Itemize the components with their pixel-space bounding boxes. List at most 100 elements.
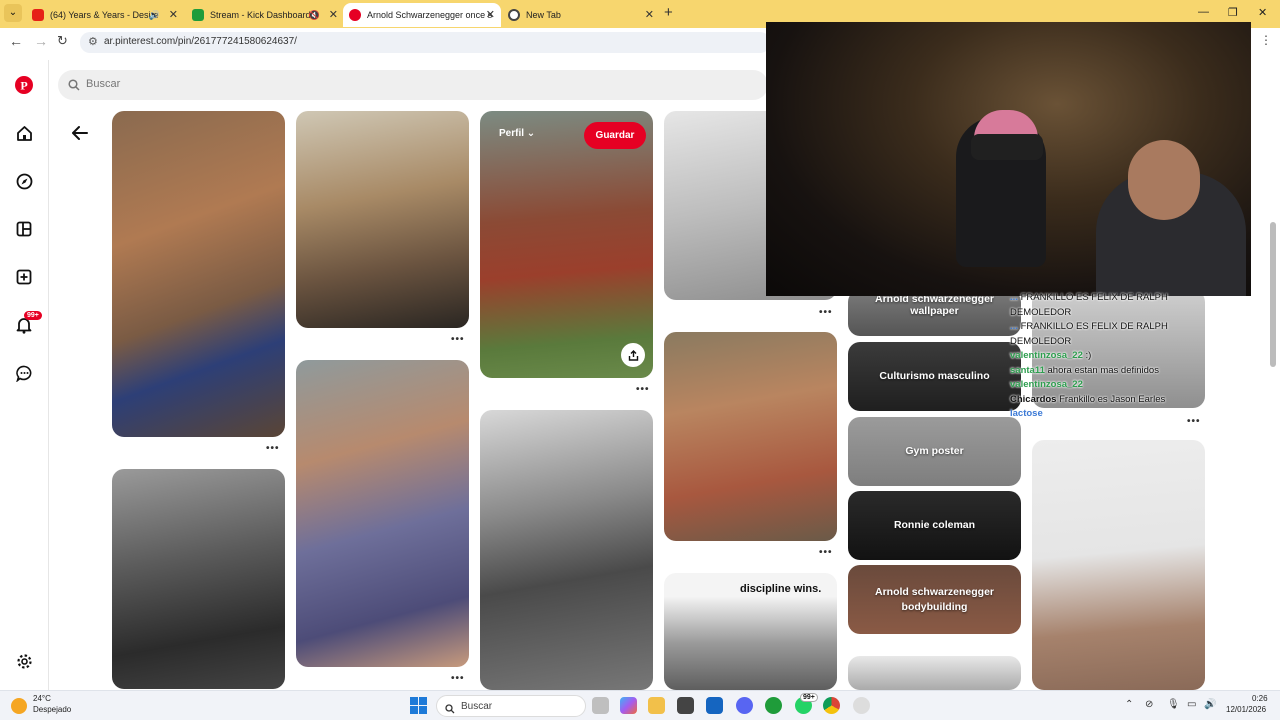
settings-icon[interactable]	[14, 651, 34, 671]
mail-icon[interactable]	[706, 697, 723, 714]
related-search-label: Ronnie coleman	[893, 519, 976, 531]
stream-chat-overlay: ... FRANKILLO ES FELIX DE RALPH DEMOLEDO…	[1010, 291, 1220, 422]
mute-icon[interactable]: 🔇	[309, 3, 320, 27]
notification-badge: 99+	[24, 311, 42, 320]
pinterest-logo-icon[interactable]: P	[14, 75, 34, 95]
pin-caption: discipline wins.	[740, 583, 822, 595]
related-search-label: Arnold schwarzenegger bodybuilding	[874, 586, 995, 613]
close-icon[interactable]: ✕	[329, 3, 338, 27]
discord-icon[interactable]	[736, 697, 753, 714]
explore-icon[interactable]	[14, 171, 34, 191]
profile-dropdown-label: Perfil	[499, 128, 525, 139]
pinterest-search-bar[interactable]: Buscar	[58, 70, 768, 100]
speaker-icon[interactable]: 🔊	[149, 3, 160, 27]
back-icon[interactable]: ←	[9, 33, 23, 49]
chat-text: :)	[1085, 350, 1092, 361]
chat-user: santa11	[1010, 364, 1045, 376]
menu-icon[interactable]: ⋮	[1260, 33, 1272, 47]
kick-app-icon[interactable]	[765, 697, 782, 714]
related-search-ronnie-coleman[interactable]: Ronnie coleman	[848, 491, 1021, 560]
chat-user: ...	[1010, 292, 1018, 303]
copilot-icon[interactable]	[620, 697, 637, 714]
messages-icon[interactable]	[14, 363, 34, 383]
chat-message: Chicardos Frankillo es Jason Earles	[1010, 393, 1220, 408]
file-explorer-icon[interactable]	[648, 697, 665, 714]
streamer-cap	[971, 134, 1043, 160]
pin-image[interactable]	[664, 332, 837, 541]
clock-date[interactable]: 12/01/2026	[1226, 705, 1266, 714]
pin-image[interactable]	[480, 410, 653, 690]
close-icon[interactable]: ✕	[645, 3, 654, 27]
restore-button[interactable]: ❐	[1228, 6, 1238, 19]
pin-more-icon[interactable]: •••	[451, 334, 465, 345]
pin-more-icon[interactable]: •••	[266, 443, 280, 454]
search-icon	[68, 78, 80, 96]
chat-text: FRANKILLO ES FELIX DE RALPH DEMOLEDOR	[1010, 292, 1168, 318]
address-bar[interactable]: ⚙ ar.pinterest.com/pin/26177724158062463…	[80, 32, 770, 53]
create-icon[interactable]	[14, 267, 34, 287]
pin-more-icon[interactable]: •••	[636, 384, 650, 395]
pin-image-hovered[interactable]	[480, 111, 653, 378]
home-icon[interactable]	[14, 123, 34, 143]
tab-title: (64) Years & Years - Desire	[50, 10, 159, 20]
minimize-button[interactable]: —	[1198, 6, 1209, 18]
share-icon[interactable]	[621, 343, 645, 367]
scrollbar-thumb[interactable]	[1270, 222, 1276, 367]
tab-newtab[interactable]: New Tab ✕	[502, 3, 660, 27]
store-icon[interactable]	[677, 697, 694, 714]
pin-image[interactable]	[296, 360, 469, 667]
reload-icon[interactable]: ↻	[57, 33, 68, 49]
close-icon[interactable]: ✕	[486, 3, 495, 27]
obs-icon[interactable]	[853, 697, 870, 714]
save-button[interactable]: Guardar	[584, 122, 646, 149]
chevron-up-icon[interactable]: ⌃	[1125, 699, 1133, 710]
related-search-gym-poster[interactable]: Gym poster	[848, 417, 1021, 486]
related-search-culturismo[interactable]: Culturismo masculino	[848, 342, 1021, 411]
forward-icon[interactable]: →	[34, 33, 48, 49]
pin-more-icon[interactable]: •••	[451, 673, 465, 684]
windows-start-icon[interactable]	[410, 697, 427, 714]
pin-image[interactable]	[112, 469, 285, 689]
close-icon[interactable]: ✕	[169, 3, 178, 27]
close-window-button[interactable]: ✕	[1258, 6, 1267, 19]
back-arrow-icon[interactable]	[70, 123, 90, 148]
pin-more-icon[interactable]: •••	[819, 547, 833, 558]
volume-icon[interactable]: 🔊	[1204, 699, 1216, 710]
tab-pinterest[interactable]: Arnold Schwarzenegger once s ✕	[343, 3, 501, 27]
pin-image[interactable]	[848, 656, 1021, 690]
related-search-arnold-wallpaper[interactable]: Arnold schwarzenegger wallpaper	[848, 290, 1021, 336]
youtube-icon	[32, 9, 44, 21]
chat-text: ahora estan mas definidos	[1047, 364, 1159, 376]
pin-image[interactable]	[296, 111, 469, 328]
tab-youtube[interactable]: (64) Years & Years - Desire 🔊 ✕	[26, 3, 184, 27]
search-icon	[445, 701, 455, 719]
related-search-label: Arnold schwarzenegger wallpaper	[874, 293, 995, 317]
pin-image[interactable]	[1032, 440, 1205, 690]
pin-image[interactable]	[112, 111, 285, 437]
kick-icon	[192, 9, 204, 21]
chat-text: Frankillo es Jason Earles	[1059, 393, 1166, 405]
weather-icon[interactable]	[11, 698, 27, 714]
clock-time[interactable]: 0:26	[1252, 694, 1268, 703]
chrome-taskbar-icon[interactable]	[823, 697, 840, 714]
tab-title: Arnold Schwarzenegger once s	[367, 10, 493, 20]
site-info-icon[interactable]: ⚙	[88, 35, 98, 48]
url-text: ar.pinterest.com/pin/261777241580624637/	[104, 36, 297, 47]
display-icon[interactable]: ▭	[1187, 699, 1196, 710]
related-search-arnold-bodybuilding[interactable]: Arnold schwarzenegger bodybuilding	[848, 565, 1021, 634]
taskbar-search[interactable]: Buscar	[436, 695, 586, 717]
boards-icon[interactable]	[14, 219, 34, 239]
task-view-icon[interactable]	[592, 697, 609, 714]
tab-search-icon[interactable]: ⌄	[4, 4, 22, 22]
microphone-icon[interactable]: 🎙	[1167, 699, 1180, 710]
search-placeholder: Buscar	[86, 78, 121, 90]
new-tab-button[interactable]: +	[664, 4, 673, 21]
guest-face	[1128, 140, 1200, 220]
pin-more-icon[interactable]: •••	[819, 307, 833, 318]
tab-title: Stream - Kick Dashboard	[210, 10, 311, 20]
chat-message: ... FRANKILLO ES FELIX DE RALPH DEMOLEDO…	[1010, 291, 1220, 320]
network-off-icon[interactable]: ⊘	[1145, 699, 1153, 710]
profile-dropdown[interactable]: Perfil ⌄	[499, 128, 535, 139]
tab-kick[interactable]: Stream - Kick Dashboard 🔇 ✕	[186, 3, 344, 27]
tab-title: New Tab	[526, 10, 561, 20]
